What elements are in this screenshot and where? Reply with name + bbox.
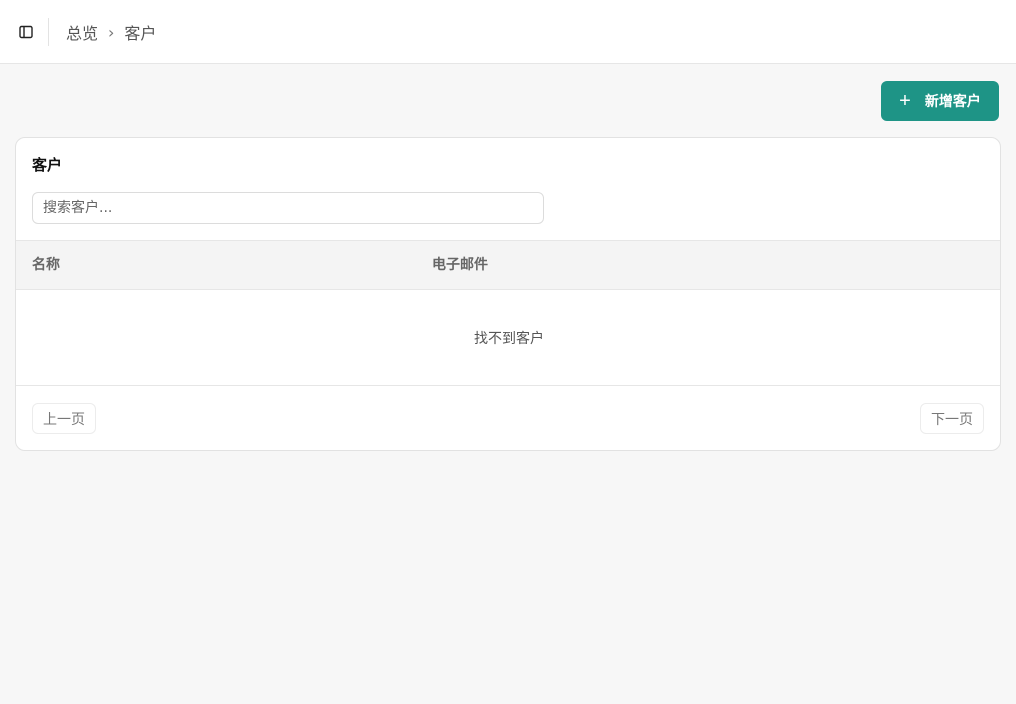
- sidebar-toggle-button[interactable]: [14, 20, 38, 44]
- top-bar: 总览 › 客户: [0, 0, 1016, 64]
- sidebar-toggle-icon: [19, 25, 33, 39]
- column-header-name[interactable]: 名称: [32, 241, 60, 289]
- add-customer-button[interactable]: + 新增客户: [881, 81, 999, 121]
- customers-card: 客户 名称 电子邮件 找不到客户 上一页 下一页: [15, 137, 1001, 451]
- plus-icon: +: [899, 90, 911, 112]
- prev-page-button[interactable]: 上一页: [32, 403, 96, 434]
- breadcrumb-current: 客户: [124, 24, 157, 43]
- breadcrumb-overview[interactable]: 总览: [66, 20, 98, 44]
- breadcrumb-separator: ›: [108, 22, 115, 42]
- column-header-email[interactable]: 电子邮件: [432, 241, 488, 289]
- card-title: 客户: [32, 156, 63, 174]
- empty-state-message: 找不到客户: [16, 290, 1000, 386]
- search-input[interactable]: [32, 192, 544, 224]
- add-customer-label: 新增客户: [924, 93, 981, 109]
- header-divider: [48, 18, 49, 46]
- table-header: 名称 电子邮件: [16, 240, 1000, 290]
- breadcrumb: 总览 › 客户: [66, 0, 156, 64]
- next-page-button[interactable]: 下一页: [920, 403, 984, 434]
